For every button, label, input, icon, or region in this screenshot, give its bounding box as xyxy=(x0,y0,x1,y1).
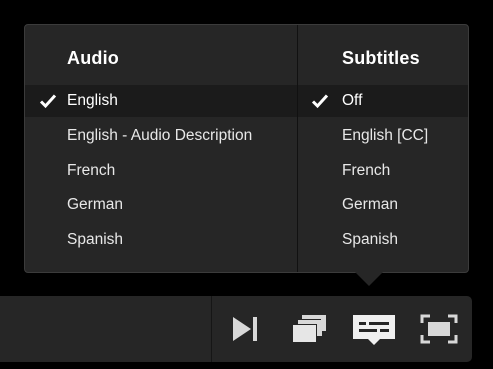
checkmark-icon xyxy=(39,94,57,109)
audio-subtitles-menu: Audio English English - Audio Descriptio… xyxy=(24,24,469,273)
next-episode-icon xyxy=(233,317,257,341)
player-screen: Audio English English - Audio Descriptio… xyxy=(0,0,493,369)
subtitles-button[interactable] xyxy=(352,311,396,349)
audio-heading: Audio xyxy=(67,48,119,68)
audio-option-spanish[interactable]: Spanish xyxy=(25,224,297,256)
audio-option-label: Spanish xyxy=(67,231,124,248)
subtitle-option-label: French xyxy=(342,162,391,179)
player-control-bar xyxy=(0,296,472,362)
menu-pointer-arrow xyxy=(355,272,383,286)
episodes-button[interactable] xyxy=(290,312,328,346)
subtitle-option-label: English [CC] xyxy=(342,127,429,144)
audio-option-english-audio-description[interactable]: English - Audio Description xyxy=(25,120,297,152)
subtitle-option-english-cc[interactable]: English [CC] xyxy=(298,120,468,152)
subtitles-column: Subtitles Off English [CC] French German… xyxy=(298,25,468,272)
audio-option-label: English - Audio Description xyxy=(67,127,253,144)
subtitle-option-label: Off xyxy=(342,92,363,109)
audio-option-german[interactable]: German xyxy=(25,189,297,221)
audio-option-label: German xyxy=(67,196,123,213)
subtitles-icon xyxy=(353,315,395,345)
subtitle-option-spanish[interactable]: Spanish xyxy=(298,224,468,256)
audio-option-label: French xyxy=(67,162,116,179)
next-episode-button[interactable] xyxy=(226,312,264,346)
fullscreen-button[interactable] xyxy=(420,312,458,346)
subtitle-option-label: Spanish xyxy=(342,231,399,248)
subtitle-option-off[interactable]: Off xyxy=(298,85,468,117)
subtitle-option-german[interactable]: German xyxy=(298,189,468,221)
subtitle-option-label: German xyxy=(342,196,398,213)
checkmark-icon xyxy=(311,94,329,109)
subtitle-option-french[interactable]: French xyxy=(298,155,468,187)
control-bar-divider xyxy=(211,296,212,362)
subtitles-heading: Subtitles xyxy=(342,48,420,68)
fullscreen-icon xyxy=(420,314,458,344)
audio-option-french[interactable]: French xyxy=(25,155,297,187)
episodes-icon xyxy=(292,315,326,343)
audio-column: Audio English English - Audio Descriptio… xyxy=(25,25,297,272)
audio-option-english[interactable]: English xyxy=(25,85,297,117)
audio-option-label: English xyxy=(67,92,118,109)
